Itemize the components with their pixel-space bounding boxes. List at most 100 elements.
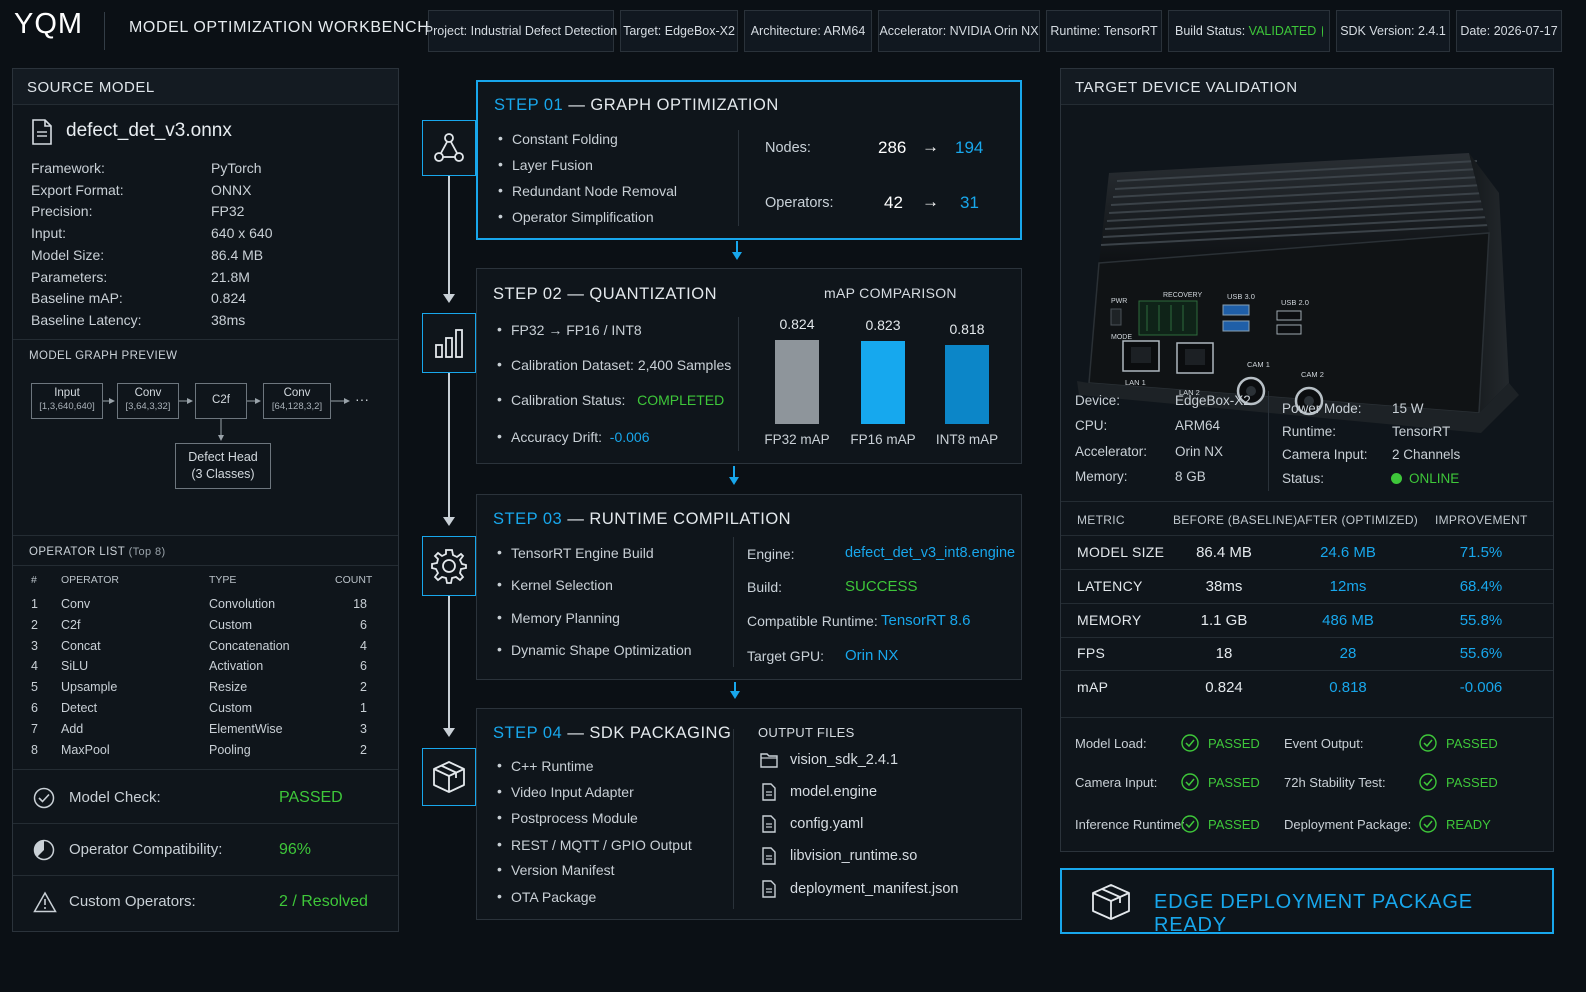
step2-icon-box[interactable]	[422, 313, 476, 373]
output-file[interactable]: model.engine	[760, 783, 877, 801]
operators-after: 31	[960, 193, 979, 212]
runtime-label: Runtime: TensorRT	[1050, 24, 1158, 38]
table-row[interactable]: 7 Add ElementWise 3	[13, 719, 398, 739]
metric-value: 86.4 MB	[1196, 544, 1252, 561]
table-row[interactable]: 6 Detect Custom 1	[13, 698, 398, 718]
model-filename: defect_det_v3.onnx	[66, 120, 232, 141]
output-file[interactable]: config.yaml	[760, 815, 863, 833]
file-name: model.engine	[790, 784, 878, 800]
chart-bar[interactable]	[861, 341, 905, 424]
pwr-label: PWR	[1111, 298, 1127, 305]
metrics-row[interactable]: MODEL SIZE 86.4 MB 24.6 MB 71.5%	[1061, 536, 1553, 570]
operator-cell: Custom	[209, 701, 253, 715]
step2-card[interactable]: STEP 02 — QUANTIZATION FP32 → FP16 / INT…	[476, 268, 1022, 464]
metrics-row[interactable]: MEMORY 1.1 GB 486 MB 55.8%	[1061, 604, 1553, 638]
runtime-chip[interactable]: Runtime: TensorRT	[1046, 10, 1162, 52]
target-chip[interactable]: Target: EdgeBox-X2	[620, 10, 738, 52]
table-row[interactable]: 8 MaxPool Pooling 2	[13, 740, 398, 760]
check-circle-icon	[33, 787, 55, 809]
sdk-version-chip[interactable]: SDK Version: 2.4.1	[1336, 10, 1450, 52]
validation-status: PASSED	[1181, 734, 1260, 752]
step1-icon-box[interactable]	[422, 120, 476, 176]
project-chip[interactable]: Project: Industrial Defect Detection	[424, 10, 618, 52]
validation-item[interactable]: Model Load: PASSED	[1071, 732, 1277, 758]
operator-list-sub: (Top 8)	[128, 546, 166, 558]
project-label: Project: Industrial Defect Detection	[424, 24, 618, 38]
build-value: SUCCESS	[845, 578, 918, 595]
validation-label: 72h Stability Test:	[1284, 775, 1386, 790]
step1-card[interactable]: STEP 01 — GRAPH OPTIMIZATION Constant Fo…	[476, 80, 1022, 240]
step2-bullet: Accuracy Drift: -0.006	[495, 428, 650, 445]
check-circle-icon	[1181, 734, 1199, 752]
divider	[13, 823, 398, 824]
output-file[interactable]: libvision_runtime.so	[760, 847, 917, 865]
chart-bar[interactable]	[775, 340, 819, 424]
step4-bullet: REST / MQTT / GPIO Output	[495, 836, 692, 853]
package-box-icon	[1092, 884, 1130, 920]
custom-operators-value: 2 / Resolved	[279, 893, 368, 910]
step1-title: STEP 01 — GRAPH OPTIMIZATION	[494, 96, 779, 115]
metrics-row[interactable]: FPS 18 28 55.6%	[1061, 637, 1553, 672]
node-sub: (3 Classes)	[191, 467, 255, 481]
metrics-row[interactable]: mAP 0.824 0.818 -0.006	[1061, 671, 1553, 705]
metrics-header: METRIC	[1077, 513, 1125, 527]
table-row[interactable]: 4 SiLU Activation 6	[13, 656, 398, 676]
output-file[interactable]: deployment_manifest.json	[760, 880, 958, 898]
pipeline-arrow-icon	[443, 294, 455, 303]
step2-bullet: FP32 → FP16 / INT8	[495, 321, 642, 338]
document-icon	[762, 815, 776, 833]
table-row[interactable]: 5 Upsample Resize 2	[13, 677, 398, 697]
source-model-panel: SOURCE MODEL defect_det_v3.onnx Framewor…	[12, 68, 399, 932]
validation-item[interactable]: Inference Runtime: PASSED	[1071, 813, 1277, 839]
device-info-value: TensorRT	[1392, 424, 1451, 440]
model-check-label: Model Check:	[69, 789, 161, 806]
check-circle-icon	[1419, 815, 1437, 833]
table-row[interactable]: 3 Concat Concatenation 4	[13, 636, 398, 656]
device-info-label: Status:	[1282, 470, 1325, 486]
device-info-label: Device:	[1075, 393, 1121, 408]
output-files-title: OUTPUT FILES	[758, 725, 855, 740]
compatible-runtime-value: TensorRT 8.6	[881, 612, 971, 629]
validation-item[interactable]: Deployment Package: READY	[1280, 813, 1491, 839]
validation-label: Camera Input:	[1075, 775, 1158, 790]
step3-card[interactable]: STEP 03 — RUNTIME COMPILATION TensorRT E…	[476, 494, 1022, 680]
graph-node-defect-head[interactable]: Defect Head (3 Classes)	[175, 443, 271, 489]
gear-icon	[431, 549, 467, 584]
table-row[interactable]: 2 C2f Custom 6	[13, 615, 398, 635]
build-status-chip[interactable]: Build Status: VALIDATED	[1168, 10, 1330, 52]
metrics-row[interactable]: LATENCY 38ms 12ms 68.4%	[1061, 570, 1553, 604]
property-value: 21.8M	[211, 268, 250, 285]
metric-name: MODEL SIZE	[1077, 544, 1165, 560]
operator-cell: Activation	[209, 659, 264, 674]
node-label: Defect Head	[188, 450, 258, 464]
date-chip[interactable]: Date: 2026-07-17	[1456, 10, 1562, 52]
validation-item[interactable]: Camera Input: PASSED	[1071, 771, 1277, 797]
divider	[13, 535, 398, 536]
chart-bar[interactable]	[945, 345, 989, 424]
step4-bullet: OTA Package	[495, 888, 596, 905]
operator-cell: Pooling	[209, 742, 251, 757]
build-status-value: VALIDATED	[1248, 24, 1317, 38]
step3-icon-box[interactable]	[422, 536, 476, 596]
step4-card[interactable]: STEP 04 — SDK PACKAGING C++ Runtime Vide…	[476, 708, 1022, 920]
operator-cell: Conv	[61, 597, 91, 611]
deployment-ready-banner[interactable]: EDGE DEPLOYMENT PACKAGE READY	[1060, 868, 1554, 936]
validation-item[interactable]: 72h Stability Test: PASSED	[1280, 771, 1498, 797]
operator-cell: 6	[31, 701, 38, 715]
engine-value[interactable]: defect_det_v3_int8.engine	[845, 545, 1015, 561]
accelerator-chip[interactable]: Accelerator: NVIDIA Orin NX	[878, 10, 1040, 52]
validation-item[interactable]: Event Output: PASSED	[1280, 732, 1498, 758]
deployment-ready-label: EDGE DEPLOYMENT PACKAGE READY	[1154, 891, 1473, 936]
target-gpu-value: Orin NX	[845, 647, 899, 664]
device-info-label: Memory:	[1075, 468, 1128, 484]
app-logo: YQM	[14, 8, 84, 40]
output-file[interactable]: vision_sdk_2.4.1	[760, 752, 898, 768]
step4-name: — SDK PACKAGING	[562, 724, 732, 742]
device-info-label: Power Mode:	[1282, 401, 1362, 416]
divider	[1061, 501, 1553, 502]
validation-value: READY	[1446, 816, 1491, 832]
step4-icon-box[interactable]	[422, 748, 476, 806]
architecture-chip[interactable]: Architecture: ARM64	[744, 10, 872, 52]
table-row[interactable]: 1 Conv Convolution 18	[13, 594, 398, 614]
device-info-value: ARM64	[1175, 418, 1221, 434]
